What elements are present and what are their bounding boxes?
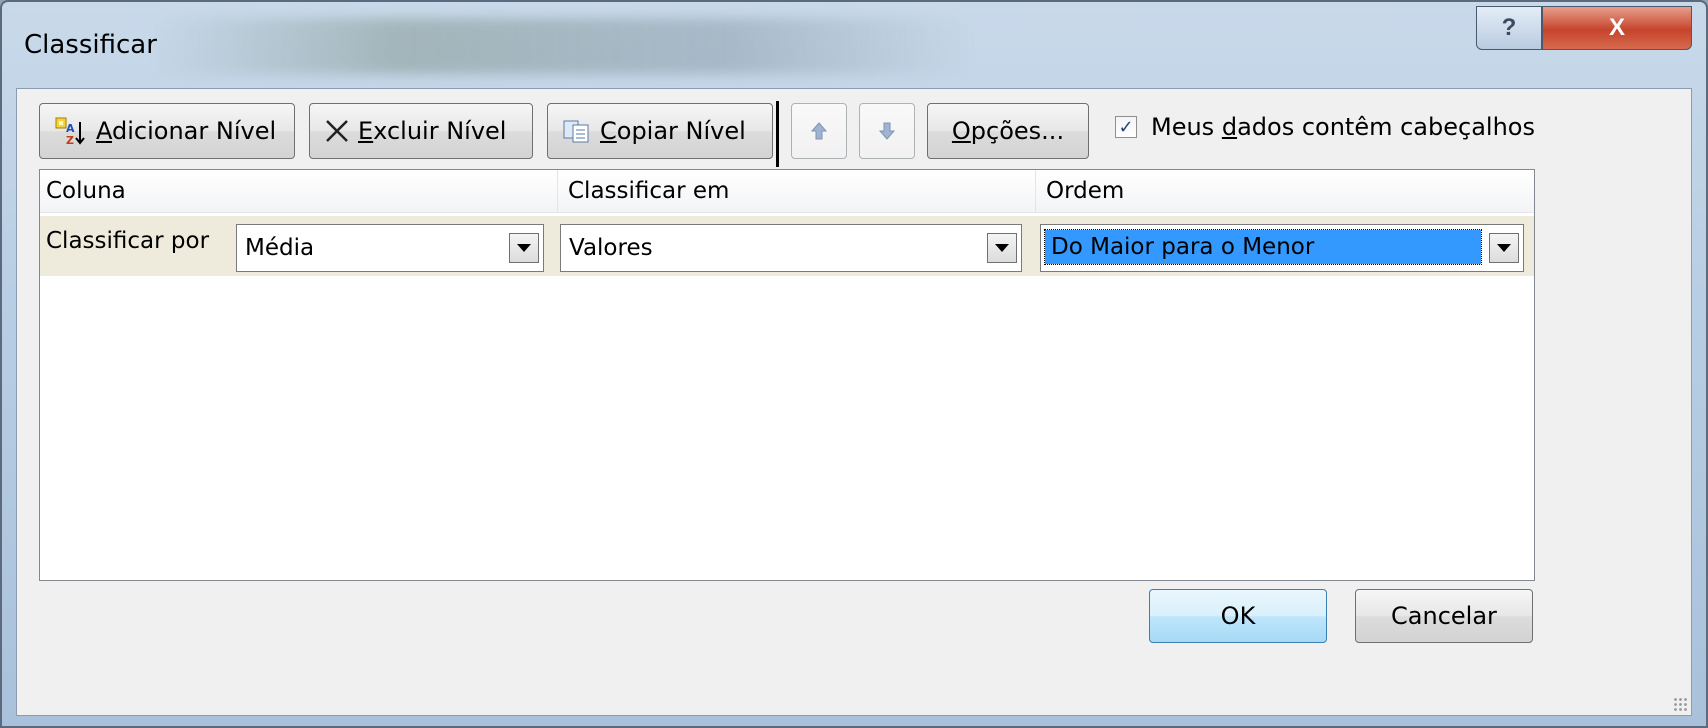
chevron-down-icon[interactable]	[509, 233, 539, 263]
row-label: Classificar por	[46, 228, 210, 254]
headers-checkbox[interactable]: ✓	[1115, 116, 1137, 138]
delete-level-button[interactable]: Excluir Nível	[309, 103, 533, 159]
copy-level-button[interactable]: Copiar Nível	[547, 103, 773, 159]
delete-level-label: Excluir Nível	[358, 117, 507, 145]
headers-checkbox-label: Meus dados contêm cabeçalhos	[1151, 113, 1535, 141]
header-sort-on: Classificar em	[568, 178, 730, 204]
svg-text:Z: Z	[66, 134, 74, 146]
help-button[interactable]: ?	[1476, 6, 1542, 50]
chevron-down-icon[interactable]	[987, 233, 1017, 263]
column-select[interactable]: Média	[236, 224, 544, 272]
move-down-button[interactable]	[859, 103, 915, 159]
dialog-client-area: A Z Adicionar Nível Excluir Nível Copiar…	[16, 88, 1692, 716]
column-select-value: Média	[245, 235, 315, 261]
sort-level-row[interactable]: Classificar por Média Valores Do Maior p…	[40, 216, 1534, 276]
sort-levels-grid[interactable]: Coluna Classificar em Ordem Classificar …	[39, 169, 1535, 581]
arrow-down-icon	[878, 121, 896, 141]
help-icon: ?	[1501, 14, 1517, 41]
order-select-value: Do Maior para o Menor	[1044, 229, 1482, 265]
add-level-button[interactable]: A Z Adicionar Nível	[39, 103, 295, 159]
close-button[interactable]: X	[1542, 6, 1692, 50]
resize-grip-icon[interactable]	[1673, 697, 1687, 711]
sort-dialog: Classificar ? X A Z Adicionar Nível Excl…	[0, 0, 1708, 728]
header-divider	[557, 170, 558, 212]
title-bar[interactable]: Classificar ? X	[2, 2, 1706, 90]
x-icon	[324, 118, 350, 144]
headers-checkbox-row[interactable]: ✓ Meus dados contêm cabeçalhos	[1115, 113, 1535, 141]
chevron-down-icon[interactable]	[1489, 233, 1519, 263]
title-bar-glass	[152, 18, 972, 74]
sort-add-icon: A Z	[54, 116, 88, 146]
copy-level-label: Copiar Nível	[600, 117, 746, 145]
arrow-up-icon	[810, 121, 828, 141]
ok-button[interactable]: OK	[1149, 589, 1327, 643]
options-button[interactable]: Opções...	[927, 103, 1089, 159]
toolbar-separator	[776, 101, 779, 167]
move-up-button[interactable]	[791, 103, 847, 159]
header-column: Coluna	[46, 178, 126, 204]
header-order: Ordem	[1046, 178, 1125, 204]
close-icon: X	[1608, 14, 1625, 41]
sort-on-select-value: Valores	[569, 235, 653, 261]
add-level-label: Adicionar Nível	[96, 117, 277, 145]
cancel-button[interactable]: Cancelar	[1355, 589, 1533, 643]
order-select[interactable]: Do Maior para o Menor	[1040, 224, 1524, 272]
sort-on-select[interactable]: Valores	[560, 224, 1022, 272]
dialog-title: Classificar	[24, 30, 157, 60]
options-label: Opções...	[951, 117, 1065, 145]
grid-header: Coluna Classificar em Ordem	[40, 170, 1534, 213]
copy-icon	[562, 118, 592, 144]
header-divider	[1035, 170, 1036, 212]
